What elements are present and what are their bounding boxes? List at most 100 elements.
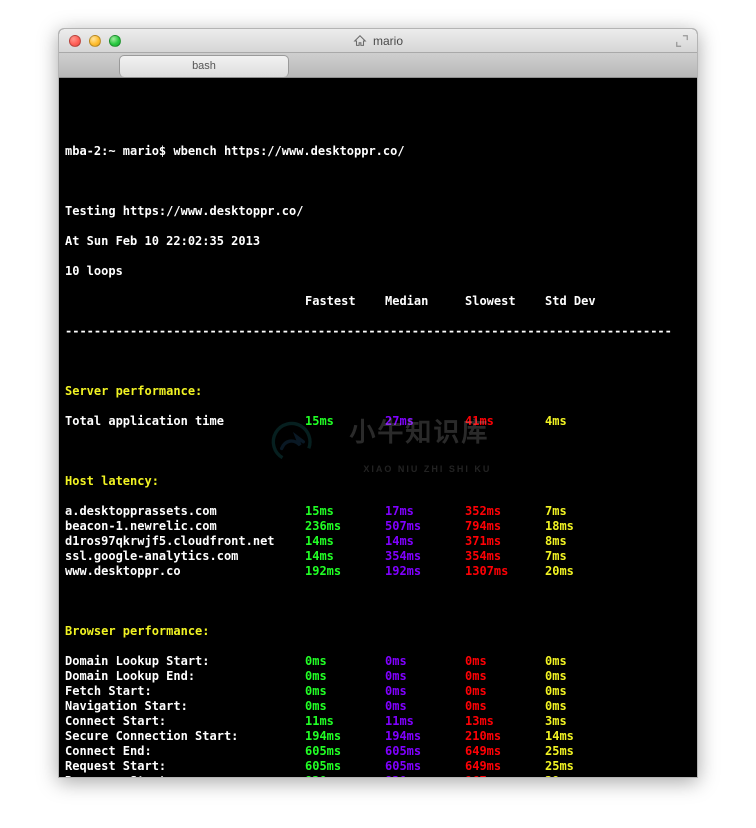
metric-value: 14ms [305, 549, 385, 564]
metric-value: 192ms [385, 564, 465, 579]
metric-value: 194ms [305, 729, 385, 744]
prompt: mba-2:~ mario$ [65, 144, 173, 159]
window-title-text: mario [373, 35, 403, 47]
metric-value: 0ms [545, 684, 617, 699]
loops-line: 10 loops [65, 264, 123, 279]
metric-value: 11ms [305, 714, 385, 729]
table-row: Response Start:820ms820ms967ms29ms [65, 774, 691, 778]
metric-label: Domain Lookup End: [65, 669, 305, 684]
tab-bash[interactable]: bash [119, 55, 289, 77]
metric-value: 15ms [305, 414, 385, 429]
table-row: Secure Connection Start:194ms194ms210ms1… [65, 729, 691, 744]
minimize-icon[interactable] [89, 35, 101, 47]
metric-value: 0ms [465, 654, 545, 669]
metric-value: 354ms [465, 549, 545, 564]
table-row: Domain Lookup End:0ms0ms0ms0ms [65, 669, 691, 684]
metric-label: Total application time [65, 414, 305, 429]
metric-value: 27ms [385, 414, 465, 429]
metric-value: 605ms [385, 759, 465, 774]
metric-label: Connect Start: [65, 714, 305, 729]
metric-value: 352ms [465, 504, 545, 519]
tab-bar: bash [59, 53, 697, 78]
table-row: Connect Start:11ms11ms13ms3ms [65, 714, 691, 729]
metric-value: 0ms [465, 684, 545, 699]
metric-value: 0ms [465, 699, 545, 714]
metric-value: 4ms [545, 414, 617, 429]
table-row: ssl.google-analytics.com14ms354ms354ms7m… [65, 549, 691, 564]
metric-label: Navigation Start: [65, 699, 305, 714]
metric-label: Response Start: [65, 774, 305, 778]
metric-value: 605ms [305, 759, 385, 774]
metric-value: 605ms [305, 744, 385, 759]
metric-value: 14ms [385, 534, 465, 549]
terminal-window: mario bash 小牛知识库 XIAO NIU ZHI SHI KU mba… [58, 28, 698, 778]
table-row: Navigation Start:0ms0ms0ms0ms [65, 699, 691, 714]
divider: ----------------------------------------… [65, 324, 691, 339]
metric-value: 20ms [545, 564, 617, 579]
command-text: wbench https://www.desktoppr.co/ [173, 144, 404, 159]
metric-value: 820ms [305, 774, 385, 778]
table-row: d1ros97qkrwjf5.cloudfront.net14ms14ms371… [65, 534, 691, 549]
metric-value: 0ms [545, 654, 617, 669]
metric-value: 820ms [385, 774, 465, 778]
table-row: beacon-1.newrelic.com236ms507ms794ms18ms [65, 519, 691, 534]
metric-label: d1ros97qkrwjf5.cloudfront.net [65, 534, 305, 549]
metric-value: 794ms [465, 519, 545, 534]
metric-value: 0ms [385, 699, 465, 714]
table-row: Connect End:605ms605ms649ms25ms [65, 744, 691, 759]
metric-value: 967ms [465, 774, 545, 778]
table-row: Total application time15ms27ms41ms4ms [65, 414, 691, 429]
section-server: Server performance: [65, 384, 202, 399]
metric-value: 605ms [385, 744, 465, 759]
metric-value: 29ms [545, 774, 617, 778]
table-row: www.desktoppr.co192ms192ms1307ms20ms [65, 564, 691, 579]
metric-label: a.desktopprassets.com [65, 504, 305, 519]
metric-value: 649ms [465, 759, 545, 774]
metric-value: 649ms [465, 744, 545, 759]
metric-value: 210ms [465, 729, 545, 744]
col-fastest: Fastest [305, 294, 385, 309]
metric-value: 0ms [545, 699, 617, 714]
zoom-icon[interactable] [109, 35, 121, 47]
window-title: mario [59, 34, 697, 48]
metric-value: 7ms [545, 504, 617, 519]
metric-label: Secure Connection Start: [65, 729, 305, 744]
testing-line: Testing https://www.desktoppr.co/ [65, 204, 303, 219]
metric-value: 41ms [465, 414, 545, 429]
col-stddev: Std Dev [545, 294, 617, 309]
metric-label: ssl.google-analytics.com [65, 549, 305, 564]
metric-value: 0ms [305, 699, 385, 714]
metric-value: 236ms [305, 519, 385, 534]
titlebar[interactable]: mario [59, 29, 697, 53]
metric-label: Request Start: [65, 759, 305, 774]
metric-value: 8ms [545, 534, 617, 549]
metric-value: 15ms [305, 504, 385, 519]
table-row: Fetch Start:0ms0ms0ms0ms [65, 684, 691, 699]
metric-value: 25ms [545, 759, 617, 774]
traffic-lights [59, 35, 121, 47]
at-line: At Sun Feb 10 22:02:35 2013 [65, 234, 260, 249]
close-icon[interactable] [69, 35, 81, 47]
metric-value: 25ms [545, 744, 617, 759]
fullscreen-icon[interactable] [675, 34, 689, 48]
col-median: Median [385, 294, 465, 309]
metric-value: 0ms [305, 654, 385, 669]
metric-value: 0ms [385, 669, 465, 684]
terminal-output[interactable]: 小牛知识库 XIAO NIU ZHI SHI KU mba-2:~ mario$… [59, 78, 697, 777]
metric-label: www.desktoppr.co [65, 564, 305, 579]
section-browser: Browser performance: [65, 624, 210, 639]
home-icon [353, 34, 367, 48]
metric-value: 13ms [465, 714, 545, 729]
metric-value: 1307ms [465, 564, 545, 579]
metric-value: 0ms [305, 684, 385, 699]
metric-value: 17ms [385, 504, 465, 519]
metric-value: 0ms [545, 669, 617, 684]
metric-value: 507ms [385, 519, 465, 534]
metric-value: 11ms [385, 714, 465, 729]
metric-value: 354ms [385, 549, 465, 564]
metric-label: Domain Lookup Start: [65, 654, 305, 669]
metric-value: 194ms [385, 729, 465, 744]
table-row: a.desktopprassets.com15ms17ms352ms7ms [65, 504, 691, 519]
metric-label: Connect End: [65, 744, 305, 759]
metric-value: 3ms [545, 714, 617, 729]
